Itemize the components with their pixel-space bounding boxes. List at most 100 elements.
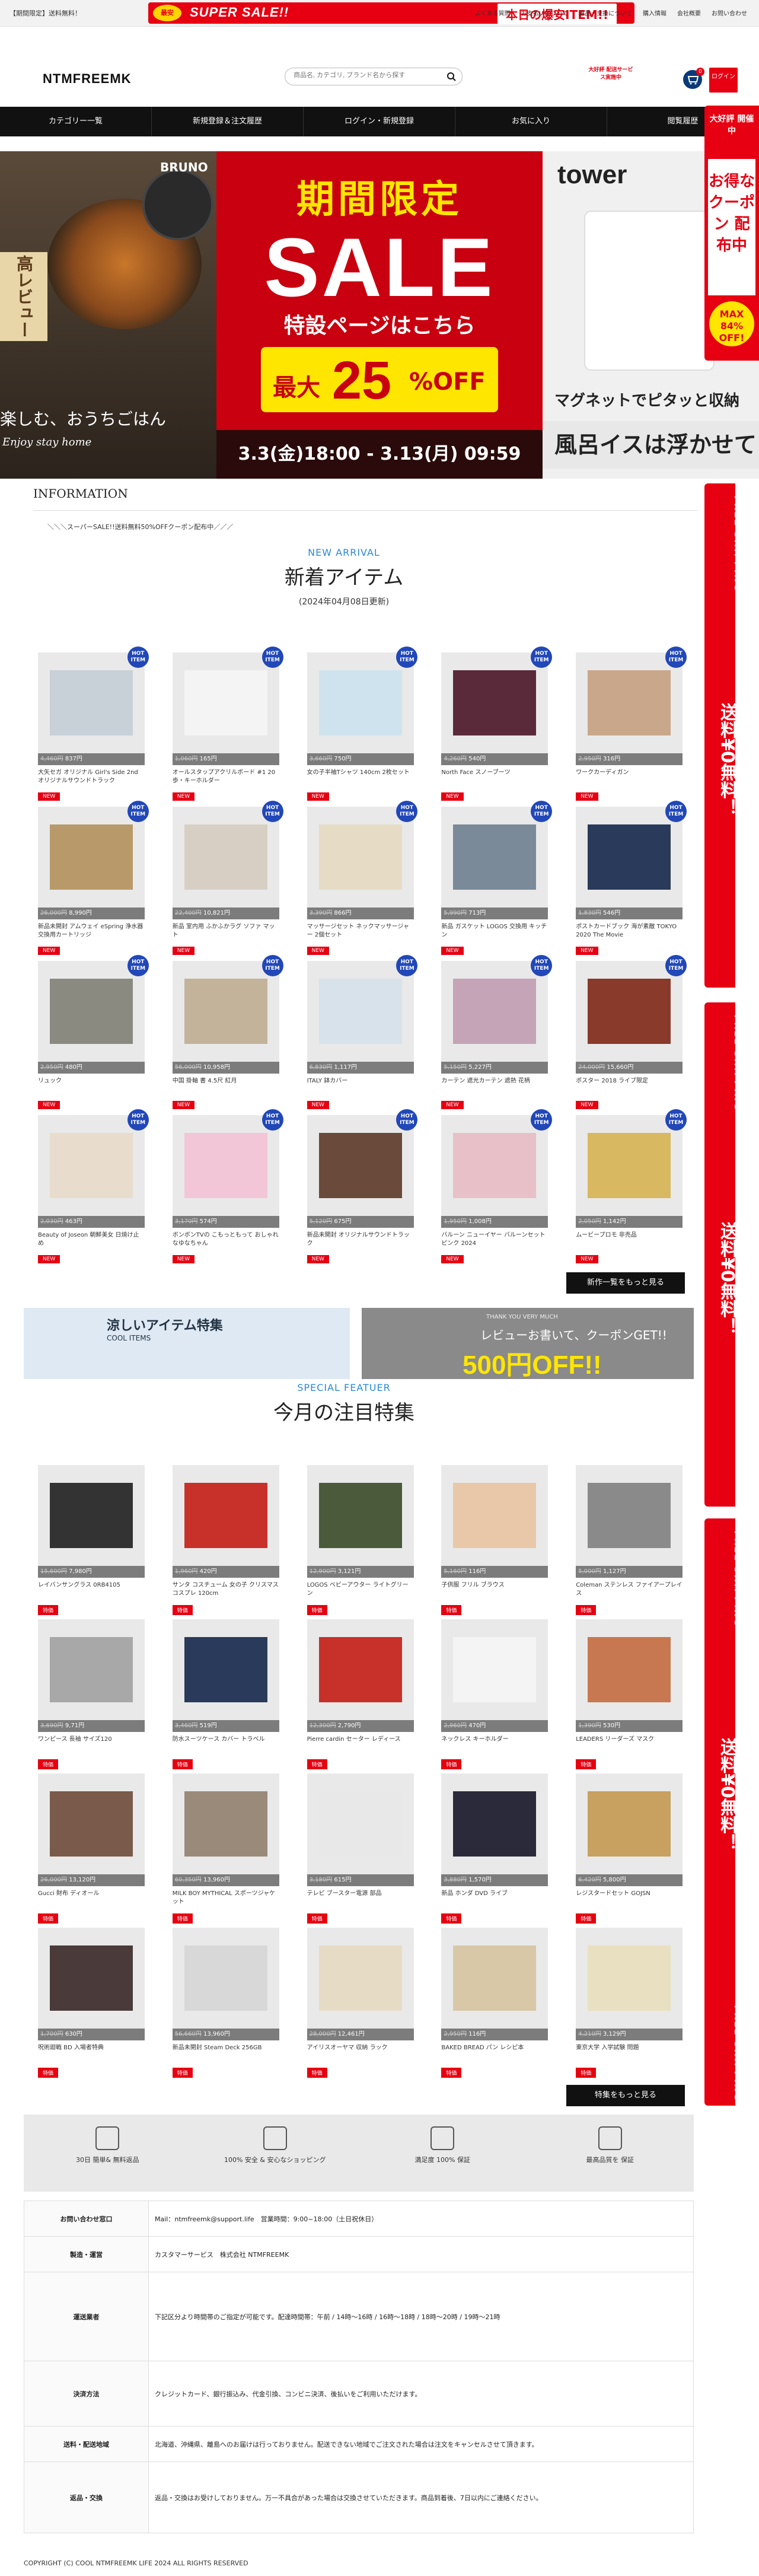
product-image[interactable] (576, 1115, 683, 1216)
product-image[interactable] (441, 1465, 548, 1566)
product-image[interactable] (576, 1773, 683, 1874)
product-card[interactable]: 56,660円 13,960円 新品未開封 Steam Deck 256GB 特価 (168, 1928, 285, 2082)
product-name[interactable]: 女の子半袖Tシャツ 140cm 2枚セット (307, 769, 414, 790)
product-name[interactable]: LOGOS ベビーアウター ライトグリーン (307, 1581, 414, 1603)
product-image[interactable] (307, 1465, 414, 1566)
product-card[interactable]: HOT ITEM 1,060円 165円 オールスタップアクリルボード #1 20 歩… (168, 647, 285, 807)
side-free-shipping-3[interactable]: FREE SHIPPING どのアイテムでも、どんなお客様でも、 送料¥0無料！… (704, 1518, 744, 2106)
product-image[interactable] (38, 1115, 145, 1216)
special-more-button[interactable]: 特集をもっと見る (566, 2085, 685, 2106)
product-name[interactable]: Pierre cardin セーター レディース (307, 1736, 414, 1757)
product-card[interactable]: HOT ITEM 3,660円 750円 女の子半袖Tシャツ 140cm 2枚セット N… (302, 647, 419, 807)
product-name[interactable]: LEADERS リーダーズ マスク (576, 1736, 683, 1757)
product-card[interactable]: 4,210円 3,129円 東京大学 入学試験 問題 特価 (571, 1928, 688, 2082)
product-name[interactable]: バルーン ニューイヤー バルーンセット ピンク 2024 (441, 1231, 548, 1253)
product-name[interactable]: Gucci 財布 ディオール (38, 1890, 145, 1911)
product-card[interactable]: 15,600円 7,980円 レイバンサングラス 0RB4105 特価 (33, 1465, 150, 1619)
product-name[interactable]: カーテン 遮光カーテン 遮熱 花柄 (441, 1077, 548, 1098)
product-name[interactable]: 防水スーツケース カバー トラベル (173, 1736, 279, 1757)
product-image[interactable] (307, 1115, 414, 1216)
product-name[interactable]: 新品未開封 アムウェイ eSpring 浄水器 交換用カートリッジ (38, 923, 145, 944)
product-name[interactable]: サンタ コスチューム 女の子 クリスマス コスプレ 120cm (173, 1581, 279, 1603)
link-payment[interactable]: お支払いについて (521, 8, 569, 17)
product-card[interactable]: 3,880円 1,570円 新品 ホンダ DVD ライブ 特価 (436, 1773, 553, 1928)
product-image[interactable] (172, 1465, 279, 1566)
product-image[interactable] (576, 652, 683, 753)
product-card[interactable]: HOT ITEM 1,830円 546円 ポストカードブック 海が素敵 TOKYO 2… (571, 801, 688, 961)
product-card[interactable]: 6,420円 5,800円 レジスタードセット GOJSN 特価 (571, 1773, 688, 1928)
product-name[interactable]: 呪術廻戦 BD 入場者特典 (38, 2044, 145, 2065)
hero-slider[interactable]: BRUNO 高レビュー商品 楽しむ、おうちごはん Enjoy stay home… (0, 151, 759, 479)
product-name[interactable]: ネックレス キーホルダー (441, 1736, 548, 1757)
product-image[interactable] (38, 961, 145, 1062)
information-text[interactable]: ＼＼＼スーパーSALE!!送料無料50%OFFクーポン配布中／／／ (47, 522, 233, 531)
product-image[interactable] (307, 1928, 414, 2029)
product-card[interactable]: 12,300円 2,790円 Pierre cardin セーター レディース 特価 (302, 1619, 419, 1773)
product-card[interactable]: HOT ITEM 24,000円 15,660円 ポスター 2018 ライブ限定 NEW (571, 955, 688, 1115)
product-card[interactable]: HOT ITEM 5,990円 713円 新品 ガスケット LOGOS 交換用 キッチ… (436, 801, 553, 961)
product-name[interactable]: ポスター 2018 ライブ限定 (576, 1077, 683, 1098)
product-card[interactable]: 1,390円 530円 LEADERS リーダーズ マスク 特価 (571, 1619, 688, 1773)
product-image[interactable] (441, 1619, 548, 1720)
product-card[interactable]: HOT ITEM 1,950円 1,008円 バルーン ニューイヤー バルーンセット … (436, 1109, 553, 1269)
product-name[interactable]: MILK BOY MYTHICAL スポーツジャケット (173, 1890, 279, 1911)
product-name[interactable]: レジスタードセット GOJSN (576, 1890, 683, 1911)
product-card[interactable]: 12,900円 3,121円 LOGOS ベビーアウター ライトグリーン 特価 (302, 1465, 419, 1619)
product-card[interactable]: 1,700円 630円 呪術廻戦 BD 入場者特典 特価 (33, 1928, 150, 2082)
product-image[interactable] (441, 652, 548, 753)
nav-categories[interactable]: カテゴリー一覧 (0, 107, 152, 136)
product-image[interactable] (576, 1619, 683, 1720)
product-card[interactable]: 2,960円 470円 ネックレス キーホルダー 特価 (436, 1619, 553, 1773)
product-image[interactable] (38, 1773, 145, 1874)
product-name[interactable]: マッサージセット ネックマッサージャー 2個セット (307, 923, 414, 944)
product-card[interactable]: 2,950円 116円 BAKED BREAD パン レシピ本 特価 (436, 1928, 553, 2082)
product-card[interactable]: HOT ITEM 4,460円 837円 大矢セガ オリジナル Girl's Side… (33, 647, 150, 807)
nav-login[interactable]: ログイン・新規登録 (304, 107, 455, 136)
product-image[interactable] (307, 961, 414, 1062)
product-image[interactable] (38, 1465, 145, 1566)
product-name[interactable]: 新品 室内用 ふかふかラグ ソファ マット (173, 923, 279, 944)
product-name[interactable]: リュック (38, 1077, 145, 1098)
product-card[interactable]: HOT ITEM 26,000円 8,990円 新品未開封 アムウェイ eSpring… (33, 801, 150, 961)
info-contact-value[interactable]: Mail：ntmfreemk@support.life 営業時間：9:00~18… (148, 2201, 694, 2237)
nav-register-history[interactable]: 新規登録＆注文履歴 (152, 107, 304, 136)
side-free-shipping-1[interactable]: FREE SHIPPING どのアイテムでも、どんなお客様でも、 送料¥0無料！… (704, 483, 744, 988)
product-image[interactable] (38, 807, 145, 908)
product-name[interactable]: 新品 ホンダ DVD ライブ (441, 1890, 548, 1911)
product-name[interactable]: ITALY 鉢カバー (307, 1077, 414, 1098)
product-image[interactable] (172, 652, 279, 753)
product-card[interactable]: 1,960円 420円 サンタ コスチューム 女の子 クリスマス コスプレ 120… (168, 1465, 285, 1619)
product-image[interactable] (307, 1773, 414, 1874)
product-card[interactable]: 5,160円 116円 子供服 フリル ブラウス 特価 (436, 1465, 553, 1619)
product-name[interactable]: ポストカードブック 海が素敵 TOKYO 2020 The Movie (576, 923, 683, 944)
product-image[interactable] (307, 1619, 414, 1720)
product-image[interactable] (172, 1115, 279, 1216)
login-button[interactable]: ログイン (709, 68, 738, 93)
link-faq[interactable]: よくある質問 (475, 8, 511, 17)
product-image[interactable] (172, 1773, 279, 1874)
product-card[interactable]: 3,690円 9,71円 ワンピース 長袖 サイズ120 特価 (33, 1619, 150, 1773)
product-name[interactable]: Coleman ステンレス ファイアープレイス (576, 1581, 683, 1603)
product-name[interactable]: テレビ ブースター電源 部品 (307, 1890, 414, 1911)
product-image[interactable] (307, 652, 414, 753)
product-card[interactable]: 28,000円 12,461円 アイリスオーヤマ 収納 ラック 特価 (302, 1928, 419, 2082)
link-returns[interactable]: 返品・交換について (579, 8, 632, 17)
new-arrival-more-button[interactable]: 新作一覧をもっと見る (566, 1272, 685, 1294)
product-image[interactable] (307, 807, 414, 908)
product-image[interactable] (172, 807, 279, 908)
product-image[interactable] (172, 961, 279, 1062)
product-name[interactable]: 新品 ガスケット LOGOS 交換用 キッチン (441, 923, 548, 944)
product-image[interactable] (576, 1465, 683, 1566)
search-input[interactable] (294, 72, 436, 79)
product-name[interactable]: 東京大学 入学試験 問題 (576, 2044, 683, 2065)
product-name[interactable]: North Face スノーブーツ (441, 769, 548, 790)
product-name[interactable]: Beauty of Joseon 朝鮮美女 日焼け止め (38, 1231, 145, 1253)
product-image[interactable] (38, 1928, 145, 2029)
product-name[interactable]: BAKED BREAD パン レシピ本 (441, 2044, 548, 2065)
product-image[interactable] (441, 1928, 548, 2029)
product-image[interactable] (38, 1619, 145, 1720)
product-card[interactable]: 5,000円 1,127円 Coleman ステンレス ファイアープレイス 特価 (571, 1465, 688, 1619)
nav-favorites[interactable]: お気に入り (455, 107, 607, 136)
product-card[interactable]: HOT ITEM 2,050円 1,142円 ムービープロモ 非売品 NEW (571, 1109, 688, 1269)
product-image[interactable] (38, 652, 145, 753)
